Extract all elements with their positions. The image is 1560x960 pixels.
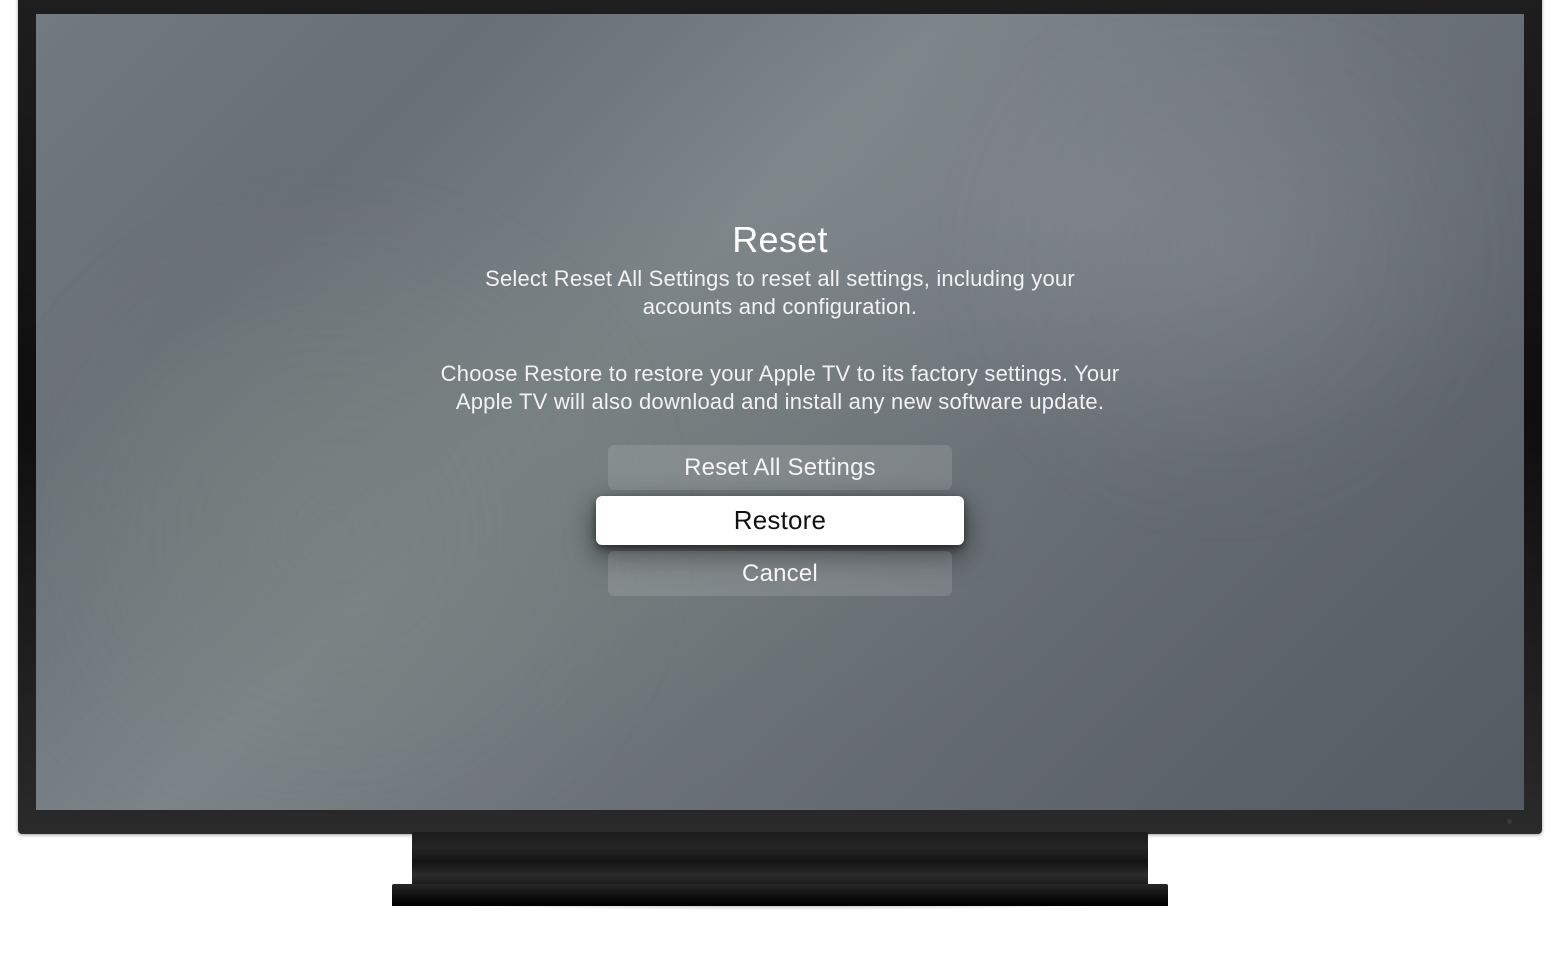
dialog-title: Reset <box>732 219 828 261</box>
dialog-paragraph-2: Choose Restore to restore your Apple TV … <box>440 360 1120 415</box>
reset-all-settings-button[interactable]: Reset All Settings <box>608 445 952 490</box>
reset-dialog: Reset Select Reset All Settings to reset… <box>36 219 1524 596</box>
tv-stand-neck <box>412 832 1148 886</box>
cancel-button[interactable]: Cancel <box>608 551 952 596</box>
dialog-paragraph-1: Select Reset All Settings to reset all s… <box>440 265 1120 320</box>
power-led-icon <box>1507 819 1512 824</box>
dialog-options: Reset All Settings Restore Cancel <box>596 445 964 596</box>
stage: Reset Select Reset All Settings to reset… <box>0 0 1560 960</box>
tv-stand-base <box>392 884 1168 906</box>
tv-screen: Reset Select Reset All Settings to reset… <box>36 14 1524 810</box>
restore-button[interactable]: Restore <box>596 496 964 545</box>
tv-bezel: Reset Select Reset All Settings to reset… <box>18 0 1542 834</box>
